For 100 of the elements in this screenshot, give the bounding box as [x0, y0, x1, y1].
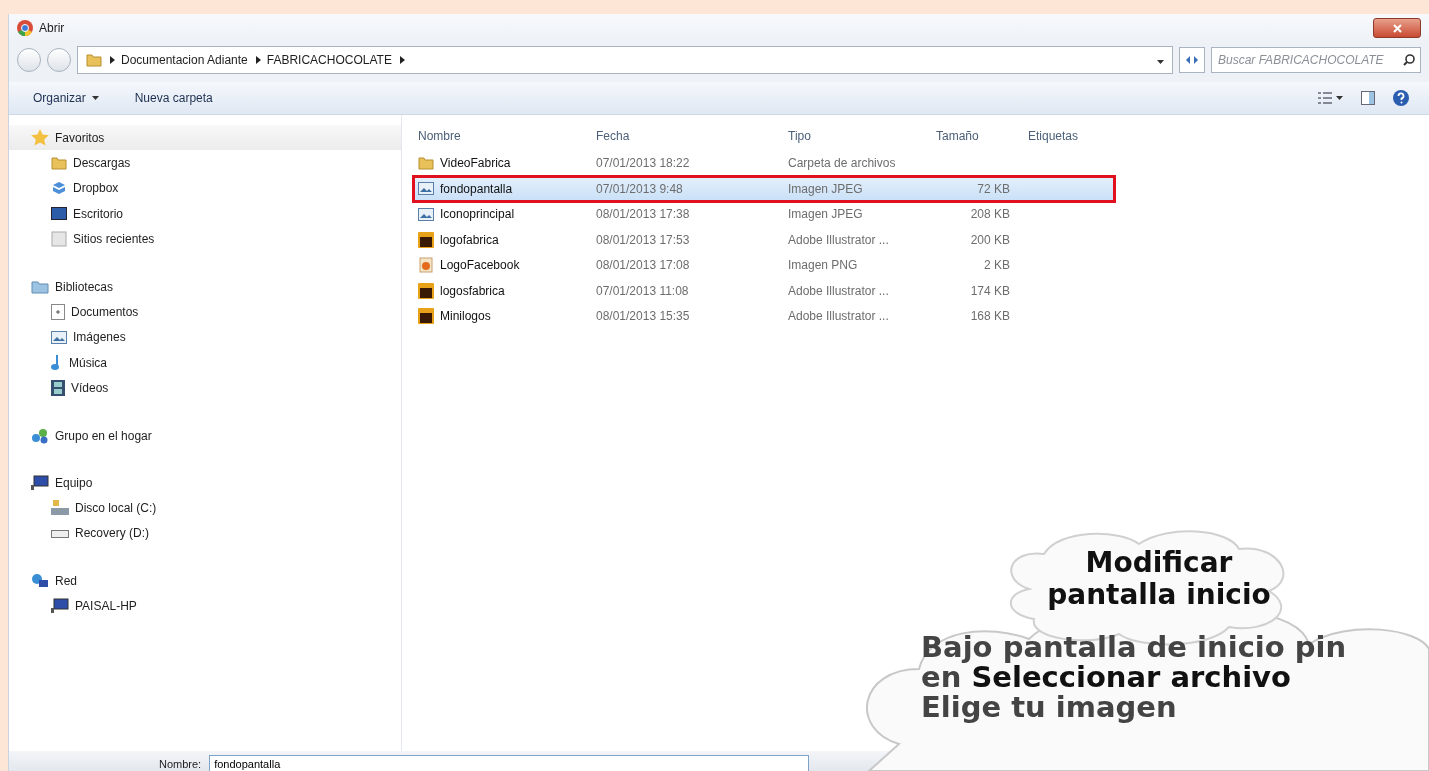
sidebar-item[interactable]: Grupo en el hogar [9, 423, 401, 448]
file-name: VideoFabrica [414, 156, 592, 170]
sidebar-item[interactable]: Dropbox [9, 175, 401, 201]
size-cell-text: 200 KB [969, 232, 1010, 247]
folder-icon [86, 53, 102, 67]
file-row[interactable]: LogoFacebook 08/01/2013 17:08 Imagen PNG 2 KB [414, 253, 1114, 277]
folder-icon [418, 156, 434, 170]
sidebar-item[interactable]: Disco local (C:) [9, 495, 401, 521]
type-cell-text: Imagen JPEG [787, 181, 864, 196]
date-cell-text: 07/01/2013 18:22 [595, 156, 691, 170]
preview-pane-icon [1361, 91, 1375, 105]
size-cell-text: 72 KB [976, 181, 1010, 196]
file-name: logofabrica [414, 231, 592, 248]
sidebar-item[interactable]: PAISAL-HP [9, 593, 401, 619]
date-cell-text: 08/01/2013 17:53 [595, 232, 691, 247]
sidebar-item[interactable]: Recovery (D:) [9, 520, 401, 546]
search-field[interactable]: Buscar FABRICACHOCOLATE [1211, 47, 1421, 73]
arrow-icon [255, 56, 261, 64]
column-header[interactable]: Tipo [784, 129, 932, 143]
sidebar-item[interactable]: Vídeos [9, 375, 401, 401]
drive-icon [51, 528, 69, 539]
date-cell-text: 08/01/2013 15:35 [595, 309, 691, 323]
sidebar-item[interactable]: Equipo [9, 470, 401, 495]
view-options-button[interactable] [1318, 92, 1343, 104]
search-icon [1403, 54, 1415, 66]
refresh-button[interactable] [1179, 47, 1205, 73]
date-cell-text: 07/01/2013 9:48 [595, 181, 684, 196]
size-cell-text: 174 KB [969, 283, 1010, 298]
file-row[interactable]: fondopantalla 07/01/2013 9:48 Imagen JPEG 72 KB [414, 176, 1114, 201]
file-name: Minilogos [414, 308, 592, 324]
sidebar-item[interactable]: Red [9, 568, 401, 593]
computer-icon [31, 475, 49, 490]
caret-icon [1157, 60, 1164, 64]
date-cell-text: 07/01/2013 11:08 [595, 283, 690, 298]
sidebar-item[interactable]: Escritorio [9, 201, 401, 227]
file-row[interactable]: logosfabrica 07/01/2013 11:08 Adobe Illustrator ... 174 KB [414, 278, 1114, 303]
close-icon [1392, 23, 1402, 33]
downloads-folder-icon [51, 155, 67, 170]
file-name: LogoFacebook [414, 257, 592, 273]
preview-pane-button[interactable] [1361, 91, 1375, 105]
homegroup-icon [31, 427, 49, 444]
type-cell-text: Adobe Illustrator ... [787, 232, 890, 247]
browser-logo-icon [17, 20, 33, 36]
type-cell-text: Adobe Illustrator ... [787, 283, 890, 298]
help-icon [1393, 90, 1409, 106]
image-file-icon [51, 330, 67, 344]
caret-icon [91, 96, 99, 100]
refresh-icon [1185, 54, 1199, 66]
toolbar-button[interactable]: Organizar [29, 87, 103, 109]
column-header[interactable]: Etiquetas [1024, 129, 1114, 143]
arrow-icon [110, 56, 115, 64]
sidebar-item[interactable]: Imágenes [9, 324, 401, 350]
file-name: logosfabrica [414, 282, 592, 299]
breadcrumb-item[interactable]: FABRICACHOCOLATE [266, 53, 392, 67]
help-button[interactable] [1393, 90, 1409, 106]
column-header[interactable]: Tamaño [932, 129, 1024, 143]
document-icon [51, 303, 65, 320]
sidebar-item[interactable]: Música [9, 350, 401, 376]
file-row[interactable]: Iconoprincipal 08/01/2013 17:38 Imagen JPEG 208 KB [414, 202, 1114, 226]
drive-icon [51, 499, 69, 516]
callout-title: Modificar pantalla inicio [1046, 547, 1272, 611]
sidebar-item[interactable]: Documentos [9, 299, 401, 325]
illustrator-file-icon [418, 308, 434, 324]
illustrator-file-icon [418, 282, 434, 299]
computer-icon [51, 598, 69, 614]
type-cell-text: Carpeta de archivos [787, 156, 897, 170]
arrow-icon [399, 56, 405, 64]
toolbar-button[interactable]: Nueva carpeta [130, 87, 217, 109]
image-file-icon [418, 207, 434, 221]
window-title: Abrir [39, 21, 65, 35]
caret-icon [1336, 96, 1343, 100]
file-row[interactable]: logofabrica 08/01/2013 17:53 Adobe Illustrator ... 200 KB [414, 227, 1114, 252]
file-row[interactable]: Minilogos 08/01/2013 15:35 Adobe Illustrator ... 168 KB [414, 304, 1114, 328]
callout-text: Elige tu imagen [921, 693, 1178, 722]
sidebar-item[interactable]: Sitios recientes [9, 226, 401, 252]
desktop-icon [51, 207, 67, 221]
breadcrumb-item[interactable]: Documentacion Adiante [121, 53, 248, 67]
type-cell-text: Adobe Illustrator ... [787, 309, 890, 323]
filename-field[interactable]: fondopantalla [209, 755, 810, 771]
date-cell-text: 08/01/2013 17:08 [595, 258, 691, 272]
close-button[interactable] [1373, 18, 1421, 38]
sidebar-item[interactable]: Favoritos [9, 125, 401, 150]
column-header[interactable]: Nombre [414, 129, 592, 143]
illustrator-file-icon [418, 231, 434, 248]
file-name: Iconoprincipal [414, 207, 592, 221]
sidebar-item[interactable]: Descargas [9, 150, 401, 176]
png-file-icon [418, 257, 434, 273]
callout-text: Bajo pantalla de inicio pin [921, 633, 1348, 662]
sidebar-item[interactable]: Bibliotecas [9, 274, 401, 299]
date-cell-text: 08/01/2013 17:38 [595, 207, 691, 221]
star-icon [31, 129, 49, 146]
box-icon [51, 181, 67, 196]
address-bar[interactable]: Documentacion Adiante FABRICACHOCOLATE [77, 46, 1173, 74]
list-view-icon [1318, 92, 1332, 104]
image-file-icon [418, 182, 434, 195]
filename-label: Nombre: [159, 757, 202, 771]
type-cell-text: Imagen PNG [787, 258, 859, 272]
column-header[interactable]: Fecha [592, 129, 784, 143]
size-cell-text: 2 KB [983, 258, 1010, 272]
file-row[interactable]: VideoFabrica 07/01/2013 18:22 Carpeta de archivos [414, 151, 1114, 175]
